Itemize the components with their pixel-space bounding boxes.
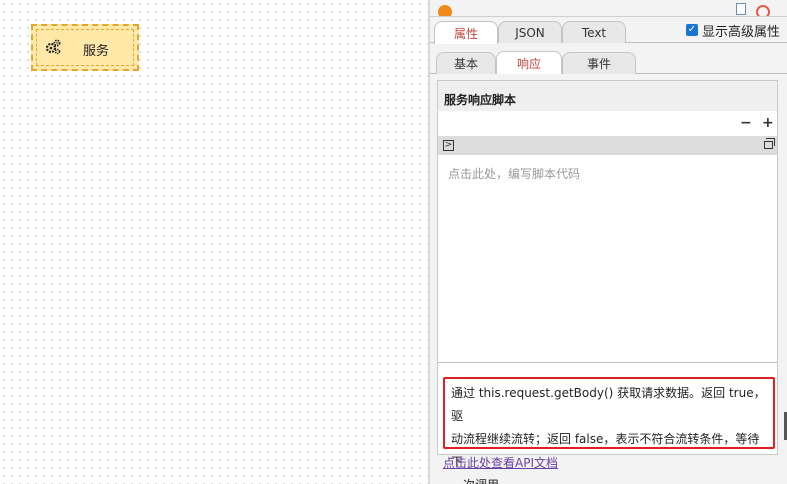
- description-line: 通过 this.request.getBody() 获取请求数据。返回 true…: [451, 386, 766, 423]
- tab-properties[interactable]: 属性: [434, 21, 498, 44]
- tab-json[interactable]: JSON: [498, 21, 562, 43]
- expand-button[interactable]: +: [762, 115, 774, 131]
- show-advanced-toggle[interactable]: ✓ 显示高级属性: [686, 21, 781, 40]
- tab-basic[interactable]: 基本: [436, 52, 496, 74]
- properties-panel: 属性 JSON Text ✓ 显示高级属性 基本 响应 事件 服务响应脚本 − …: [430, 0, 787, 484]
- help-icon[interactable]: [756, 5, 770, 16]
- panel-toolbar-strip: [430, 0, 787, 17]
- editor-toolbar: >: [438, 136, 777, 155]
- maximize-editor-icon[interactable]: [764, 138, 775, 149]
- script-editor[interactable]: 点击此处，编写脚本代码: [438, 155, 777, 361]
- service-node[interactable]: 服务: [31, 24, 139, 71]
- terminal-icon[interactable]: >: [443, 140, 454, 151]
- api-docs-link[interactable]: 点击此处查看API文档: [443, 454, 558, 471]
- editor-placeholder: 点击此处，编写脚本代码: [448, 167, 581, 181]
- diagram-canvas[interactable]: 服务: [0, 0, 428, 484]
- description-line: 一次调用: [451, 474, 767, 484]
- script-description: 通过 this.request.getBody() 获取请求数据。返回 true…: [443, 377, 775, 484]
- gears-icon: [45, 39, 61, 55]
- checkbox-checked-icon[interactable]: ✓: [686, 24, 698, 36]
- tab-response[interactable]: 响应: [496, 51, 562, 74]
- collapse-button[interactable]: −: [740, 115, 752, 131]
- service-node-label: 服务: [83, 44, 110, 59]
- app-logo-icon: [438, 5, 452, 16]
- show-advanced-label: 显示高级属性: [702, 24, 781, 40]
- tab-events[interactable]: 事件: [562, 52, 636, 74]
- response-script-section: 服务响应脚本 − + > 点击此处，编写脚本代码 通过 this.request…: [437, 80, 778, 484]
- main-tab-bar: 属性 JSON Text ✓ 显示高级属性: [430, 18, 787, 44]
- divider: [438, 362, 777, 363]
- sub-tab-bar: 基本 响应 事件: [430, 50, 787, 74]
- section-title: 服务响应脚本: [438, 81, 777, 111]
- tab-text[interactable]: Text: [562, 21, 626, 43]
- document-icon[interactable]: [736, 3, 746, 15]
